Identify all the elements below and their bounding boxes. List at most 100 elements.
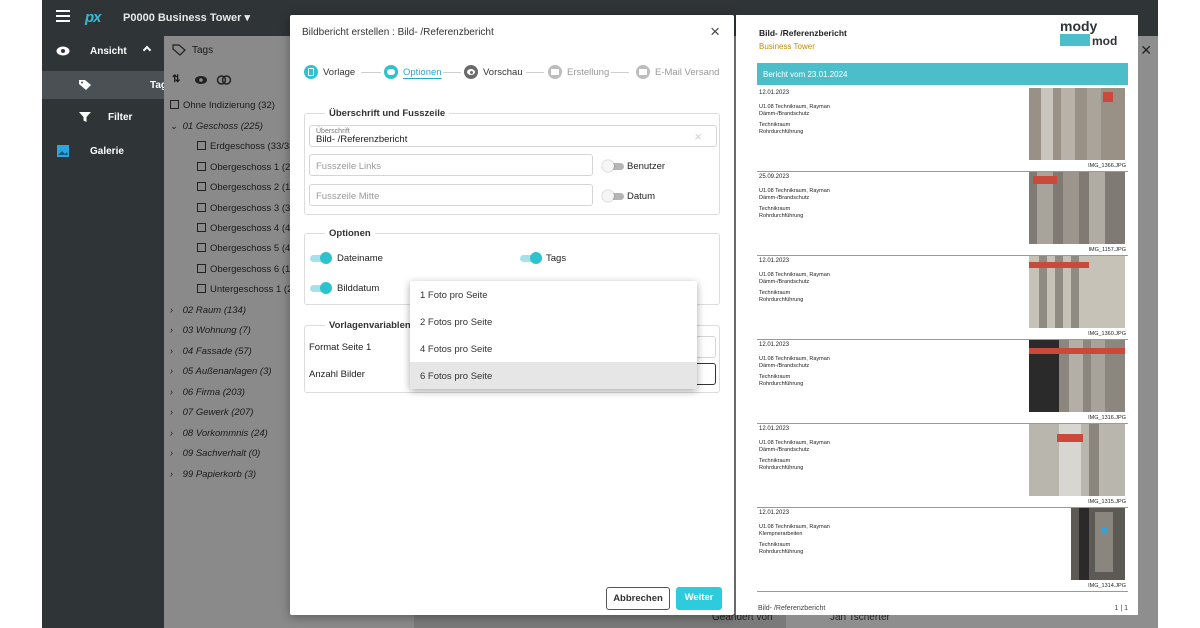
chevron-right-icon[interactable]: › <box>170 305 180 315</box>
step-vorschau[interactable]: Vorschau <box>464 65 523 79</box>
chevron-right-icon[interactable]: › <box>170 407 180 417</box>
tree-item[interactable]: Obergeschoss 4 (44 <box>197 223 296 234</box>
tree-item[interactable]: Erdgeschoss (33/33 <box>197 141 295 152</box>
tree-item-label: Ohne Indizierung (32) <box>183 100 275 111</box>
tree-item-label: Erdgeschoss (33/33 <box>210 141 295 152</box>
tags-toggle[interactable] <box>520 252 542 264</box>
tree-item[interactable]: › 02 Raum (134) <box>170 305 246 316</box>
chevron-up-icon[interactable] <box>142 45 152 55</box>
nav-tags[interactable]: Tags <box>42 71 173 99</box>
chevron-right-icon[interactable]: › <box>170 428 180 438</box>
tree-item[interactable]: Obergeschoss 3 (31 <box>197 203 296 214</box>
chevron-right-icon[interactable]: › <box>170 387 180 397</box>
chevron-right-icon[interactable]: › <box>170 325 180 335</box>
close-icon[interactable]: ✕ <box>1140 42 1152 59</box>
tree-item-label: 99 Papierkorb (3) <box>182 469 257 480</box>
step-label: Optionen <box>403 67 442 78</box>
entry-tags: Technikraum Rohrdurchführung <box>759 374 804 387</box>
tree-item-label: Obergeschoss 1 (20 <box>210 162 296 173</box>
tree-item-label: Obergeschoss 2 (13 <box>210 182 296 193</box>
chevron-right-icon[interactable]: › <box>170 448 180 458</box>
dropdown-option[interactable]: 2 Fotos pro Seite <box>410 308 697 335</box>
dropdown-option-selected[interactable]: 6 Fotos pro Seite <box>410 362 697 389</box>
tree-item[interactable]: Obergeschoss 2 (13 <box>197 182 296 193</box>
section-legend: Überschrift und Fusszeile <box>325 108 450 119</box>
chevron-right-icon[interactable]: › <box>170 346 180 356</box>
tree-item-label: 01 Geschoss (225) <box>182 121 263 132</box>
checkbox[interactable] <box>170 100 179 109</box>
tree-item[interactable]: Obergeschoss 6 (15 <box>197 264 296 275</box>
footer-middle-field[interactable]: Fusszeile Mitte <box>309 184 593 206</box>
tree-item[interactable]: Obergeschoss 1 (20 <box>197 162 296 173</box>
tree-item[interactable]: › 99 Papierkorb (3) <box>170 469 256 480</box>
heading-field[interactable]: Überschrift Bild- /Referenzbericht × <box>309 125 717 147</box>
checkbox[interactable] <box>197 243 206 252</box>
filename-toggle[interactable] <box>310 252 332 264</box>
toggle-label: Dateiname <box>337 253 383 264</box>
tag-outline-icon <box>172 44 186 56</box>
tree-item[interactable]: › 06 Firma (203) <box>170 387 245 398</box>
chevron-down-icon[interactable]: ⌄ <box>170 121 180 132</box>
eye-icon <box>56 46 70 56</box>
date-toggle[interactable] <box>602 190 624 202</box>
tree-item-label: Obergeschoss 5 (41 <box>210 243 296 254</box>
step-vorlage[interactable]: Vorlage <box>304 65 355 79</box>
tree-item[interactable]: › 09 Sachverhalt (0) <box>170 448 260 459</box>
cancel-button[interactable]: Abbrechen <box>606 587 670 610</box>
tree-item[interactable]: Ohne Indizierung (32) <box>170 100 275 111</box>
checkbox[interactable] <box>197 162 206 171</box>
footer-left-field[interactable]: Fusszeile Links <box>309 154 593 176</box>
collapse-icon[interactable]: ⇅ <box>172 74 180 85</box>
step-label: Erstellung <box>567 67 610 78</box>
dropdown-option[interactable]: 4 Fotos pro Seite <box>410 335 697 362</box>
nav-filter[interactable]: Filter <box>42 103 164 131</box>
tree-item[interactable]: › 03 Wohnung (7) <box>170 325 251 336</box>
section-legend: Vorlagenvariablen <box>325 320 415 331</box>
dialog-title: Bildbericht erstellen : Bild- /Referenzb… <box>302 27 494 38</box>
checkbox[interactable] <box>197 223 206 232</box>
checkbox[interactable] <box>197 203 206 212</box>
tree-item-label: 07 Gewerk (207) <box>182 407 254 418</box>
checkbox[interactable] <box>197 284 206 293</box>
tree-item[interactable]: › 08 Vorkommnis (24) <box>170 428 268 439</box>
entry-tags: Technikraum Rohrdurchführung <box>759 290 804 303</box>
step-optionen[interactable]: Optionen <box>384 65 442 79</box>
menu-icon[interactable] <box>56 10 70 24</box>
chevron-right-icon[interactable]: › <box>170 366 180 376</box>
checkbox[interactable] <box>197 141 206 150</box>
eye-icon <box>464 65 478 79</box>
entry-photo <box>1029 424 1125 496</box>
overlap-icon[interactable] <box>216 75 232 85</box>
imagedate-toggle[interactable] <box>310 282 332 294</box>
entry-tags: Technikraum Rohrdurchführung <box>759 542 804 555</box>
preview-subtitle: Business Tower <box>759 42 815 51</box>
clear-icon[interactable]: × <box>694 129 702 144</box>
nav-ansicht[interactable]: Ansicht <box>42 37 164 65</box>
tree-item[interactable]: › 07 Gewerk (207) <box>170 407 253 418</box>
left-nav: Ansicht Tags Filter Galerie <box>42 36 173 628</box>
eye-toggle-icon[interactable] <box>194 75 208 85</box>
preview-report-bar: Bericht vom 23.01.2024 <box>757 63 1128 85</box>
tree-item[interactable]: › 05 Außenanlagen (3) <box>170 366 272 377</box>
checkbox[interactable] <box>197 182 206 191</box>
entry-filename: IMG_1360.JPG <box>1088 331 1126 337</box>
tree-item[interactable]: Untergeschoss 1 (2( <box>197 284 296 295</box>
dropdown-option[interactable]: 1 Foto pro Seite <box>410 281 697 308</box>
preview-entry: 12.01.2023 U1.08 Technikraum, Rayman Dämm… <box>757 424 1128 508</box>
close-icon[interactable]: × <box>710 23 720 40</box>
entry-photo <box>1029 256 1125 328</box>
tree-item[interactable]: Obergeschoss 5 (41 <box>197 243 296 254</box>
chevron-right-icon[interactable]: › <box>170 469 180 479</box>
user-toggle[interactable] <box>602 160 624 172</box>
preview-entry: 25.09.2023 U1.08 Technikraum, Rayman Dämm… <box>757 172 1128 256</box>
checkbox[interactable] <box>197 264 206 273</box>
next-button[interactable]: Weiter <box>676 587 722 610</box>
nav-galerie[interactable]: Galerie <box>42 137 164 165</box>
project-selector[interactable]: P0000 Business Tower ▾ <box>123 11 250 24</box>
tree-item[interactable]: › 04 Fassade (57) <box>170 346 252 357</box>
entry-location: U1.08 Technikraum, Rayman Dämm-/Brandschu… <box>759 440 830 453</box>
nav-filter-label: Filter <box>108 112 133 123</box>
tree-item-label: Obergeschoss 3 (31 <box>210 203 296 214</box>
tree-item[interactable]: ⌄ 01 Geschoss (225) <box>170 121 263 132</box>
field-placeholder: Fusszeile Mitte <box>316 191 380 202</box>
